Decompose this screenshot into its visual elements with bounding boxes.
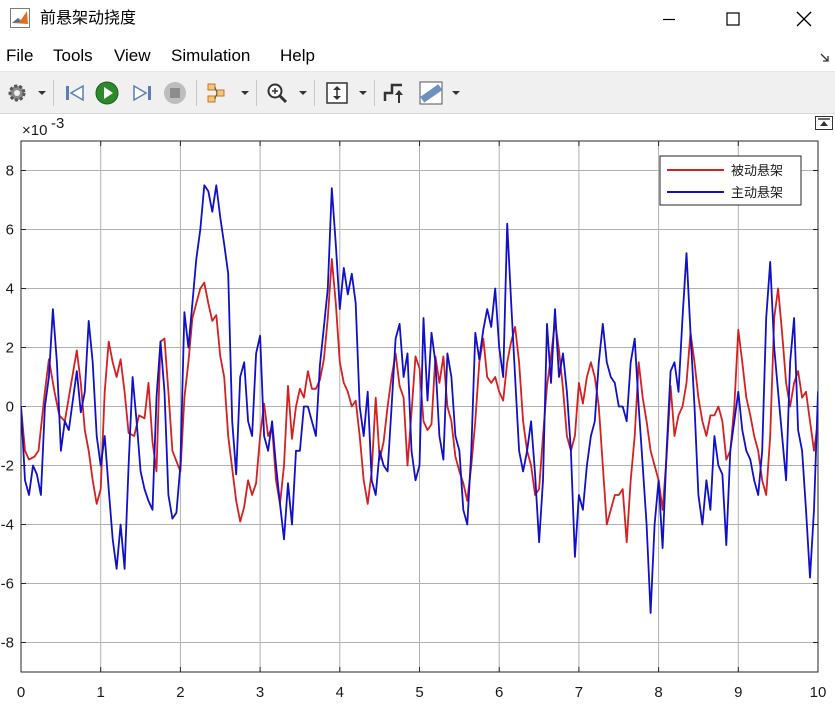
x-tick-label: 2 <box>176 684 184 701</box>
menu-tools[interactable]: Tools <box>53 46 93 66</box>
settings-button[interactable] <box>4 80 30 106</box>
toolbar-separator <box>256 80 257 106</box>
x-tick-label: 4 <box>336 684 344 701</box>
run-button[interactable] <box>94 80 120 106</box>
window-title: 前悬架动挠度 <box>40 8 137 27</box>
scope-display: 0 1 2 3 4 5 6 7 8 9 10 -8 -6 -4 -2 0 2 4 6 8 ×10 -3 被动悬架主动悬架 <box>0 114 835 706</box>
toolbar-separator <box>314 80 315 106</box>
stop-icon <box>164 82 186 104</box>
x-tick-label: 8 <box>654 684 662 701</box>
x-tick-label: 10 <box>810 684 827 701</box>
signal-selector-dropdown-arrow[interactable] <box>241 91 249 95</box>
exponent-label: ×10 <box>22 122 47 139</box>
y-tick-label: -8 <box>1 635 14 652</box>
y-tick-label: 4 <box>6 281 14 298</box>
y-tick-label: -4 <box>1 517 14 534</box>
step-back-button[interactable] <box>62 80 88 106</box>
cursor-measure-icon <box>419 81 443 105</box>
x-tick-label: 7 <box>575 684 583 701</box>
cursor-measure-button[interactable] <box>418 80 444 106</box>
matlab-icon <box>10 8 30 28</box>
step-forward-icon <box>133 84 151 102</box>
x-tick-label: 9 <box>734 684 742 701</box>
stop-button[interactable] <box>162 80 188 106</box>
menu-file[interactable]: File <box>6 46 33 66</box>
zoom-button[interactable] <box>264 80 290 106</box>
undock-icon[interactable] <box>819 52 831 64</box>
zoom-dropdown-arrow[interactable] <box>299 91 307 95</box>
title-bar: 前悬架动挠度 <box>0 0 835 38</box>
scale-axes-icon <box>326 82 348 104</box>
y-tick-label: 2 <box>6 340 14 357</box>
toolbar-separator <box>196 80 197 106</box>
y-tick-label: -6 <box>1 576 14 593</box>
legend-label: 主动悬架 <box>731 186 783 201</box>
close-button[interactable] <box>781 0 827 38</box>
x-tick-label: 1 <box>97 684 105 701</box>
y-tick-label: 6 <box>6 222 14 239</box>
settings-dropdown-arrow[interactable] <box>38 91 46 95</box>
y-tick-label: 8 <box>6 163 14 180</box>
menu-view[interactable]: View <box>114 46 151 66</box>
step-back-icon <box>66 84 84 102</box>
y-tick-label: -2 <box>1 458 14 475</box>
signal-selector-button[interactable] <box>203 80 229 106</box>
scope-plot[interactable]: 0 1 2 3 4 5 6 7 8 9 10 -8 -6 -4 -2 0 2 4 6 8 ×10 -3 被动悬架主动悬架 <box>0 114 835 706</box>
toolbar <box>0 72 835 114</box>
scale-axes-dropdown-arrow[interactable] <box>359 91 367 95</box>
scale-axes-button[interactable] <box>324 80 350 106</box>
run-icon <box>95 81 119 105</box>
x-tick-label: 3 <box>256 684 264 701</box>
x-tick-label: 0 <box>17 684 25 701</box>
zoom-icon <box>267 83 288 104</box>
expand-toolstrip-icon[interactable] <box>815 116 833 130</box>
step-forward-button[interactable] <box>129 80 155 106</box>
toolbar-separator <box>374 80 375 106</box>
legend-label: 被动悬架 <box>731 164 783 179</box>
x-tick-label: 5 <box>415 684 423 701</box>
triggers-icon <box>383 83 403 103</box>
cursor-measure-dropdown-arrow[interactable] <box>452 91 460 95</box>
signal-selector-icon <box>207 83 225 103</box>
triggers-button[interactable] <box>381 80 407 106</box>
menu-bar: File Tools View Simulation Help <box>0 40 835 72</box>
gear-icon <box>8 84 26 102</box>
x-tick-label: 6 <box>495 684 503 701</box>
toolbar-separator <box>53 80 54 106</box>
exponent-power: -3 <box>51 115 64 132</box>
menu-simulation[interactable]: Simulation <box>171 46 250 66</box>
minimize-icon <box>663 18 675 21</box>
y-tick-label: 0 <box>6 399 14 416</box>
maximize-button[interactable] <box>710 0 756 38</box>
close-icon <box>796 11 812 27</box>
maximize-icon <box>726 12 740 26</box>
minimize-button[interactable] <box>646 0 692 38</box>
menu-help[interactable]: Help <box>280 46 315 66</box>
